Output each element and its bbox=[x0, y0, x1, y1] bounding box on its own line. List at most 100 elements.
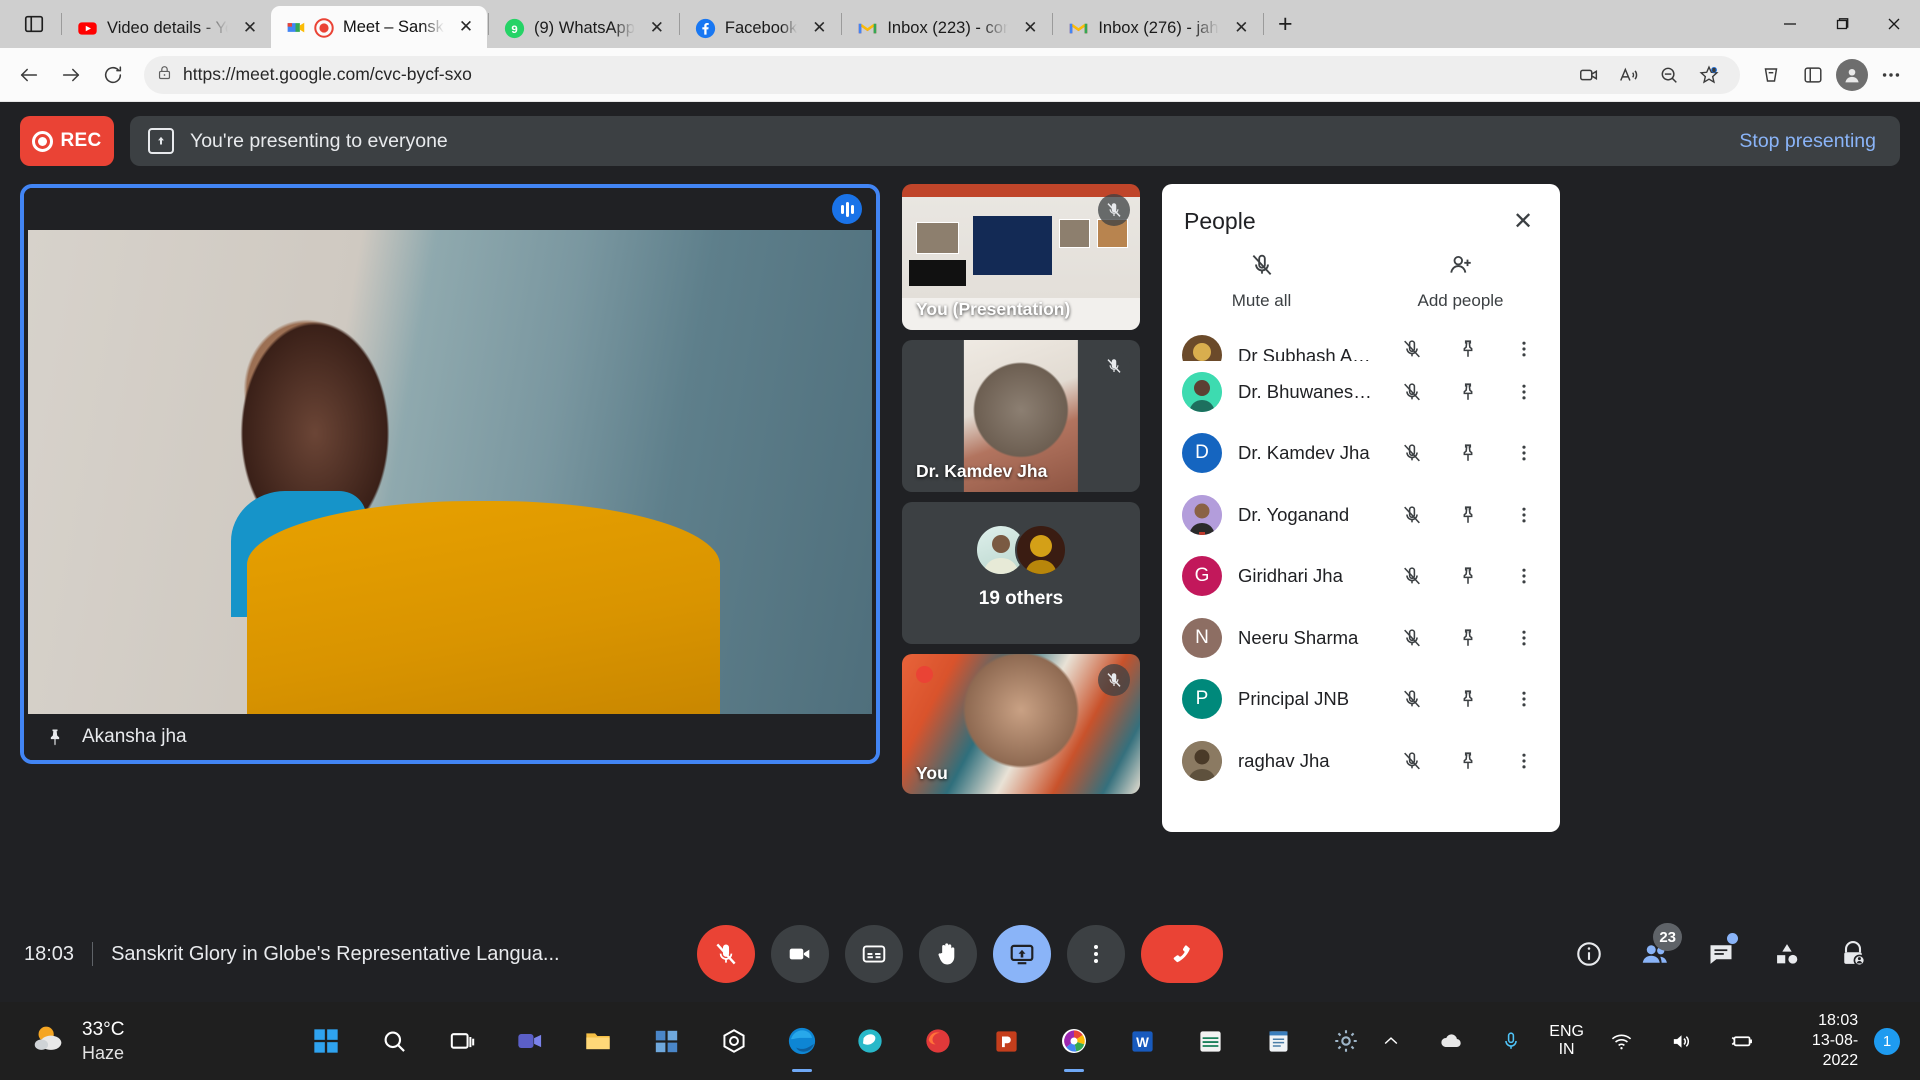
chat-button[interactable] bbox=[1698, 931, 1744, 977]
participant-row[interactable]: N Neeru Sharma bbox=[1168, 607, 1554, 669]
file-explorer-icon[interactable] bbox=[575, 1018, 621, 1064]
app-hexagon-icon[interactable] bbox=[711, 1018, 757, 1064]
pin-icon[interactable] bbox=[42, 724, 68, 750]
tab-actions-button[interactable] bbox=[8, 0, 60, 48]
pin-icon[interactable] bbox=[1448, 556, 1488, 596]
search-icon[interactable] bbox=[371, 1018, 417, 1064]
address-bar[interactable]: https://meet.google.com/cvc-bycf-sxo 5 bbox=[144, 55, 1740, 94]
notes-icon[interactable] bbox=[1255, 1018, 1301, 1064]
volume-icon[interactable] bbox=[1660, 1018, 1704, 1064]
forward-button[interactable] bbox=[52, 56, 90, 94]
reload-button[interactable] bbox=[94, 56, 132, 94]
participant-row[interactable]: Dr. Bhuwaneshwa... bbox=[1168, 361, 1554, 423]
pin-icon[interactable] bbox=[1448, 495, 1488, 535]
close-icon[interactable]: ✕ bbox=[1228, 15, 1254, 41]
raise-hand-button[interactable] bbox=[919, 925, 977, 983]
close-icon[interactable]: ✕ bbox=[1017, 15, 1043, 41]
zoom-out-icon[interactable] bbox=[1650, 56, 1688, 94]
captions-button[interactable] bbox=[845, 925, 903, 983]
battery-charging-icon[interactable] bbox=[1720, 1018, 1764, 1064]
participant-row[interactable]: P Principal JNB bbox=[1168, 669, 1554, 731]
mic-off-icon[interactable] bbox=[1392, 741, 1432, 781]
participants-list[interactable]: Dr Subhash Achar... bbox=[1162, 321, 1560, 832]
mic-off-icon[interactable] bbox=[1392, 372, 1432, 412]
leave-call-button[interactable] bbox=[1141, 925, 1223, 983]
participant-row[interactable]: D Dr. Kamdev Jha bbox=[1168, 423, 1554, 485]
language-indicator[interactable]: ENG IN bbox=[1549, 1023, 1584, 1060]
meeting-details-button[interactable] bbox=[1566, 931, 1612, 977]
more-vertical-icon[interactable] bbox=[1504, 495, 1544, 535]
close-icon[interactable]: ✕ bbox=[453, 14, 479, 40]
cloud-icon[interactable] bbox=[1429, 1018, 1473, 1064]
participant-row[interactable]: G Giridhari Jha bbox=[1168, 546, 1554, 608]
clock[interactable]: 18:03 13-08-2022 bbox=[1780, 1011, 1858, 1071]
participant-row[interactable]: raghav Jha bbox=[1168, 730, 1554, 792]
mic-off-icon[interactable] bbox=[1392, 679, 1432, 719]
close-window-button[interactable] bbox=[1868, 0, 1920, 48]
mic-off-icon[interactable] bbox=[1392, 618, 1432, 658]
tab-whatsapp[interactable]: 9 (9) WhatsApp ✕ bbox=[490, 8, 678, 48]
more-vertical-icon[interactable] bbox=[1504, 329, 1544, 361]
task-view-icon[interactable] bbox=[439, 1018, 485, 1064]
start-icon[interactable] bbox=[303, 1018, 349, 1064]
close-icon[interactable]: ✕ bbox=[237, 15, 263, 41]
weather-widget[interactable]: 33°C Haze bbox=[12, 1018, 303, 1064]
stop-presenting-button[interactable]: Stop presenting bbox=[1739, 130, 1876, 153]
browser-essentials-icon[interactable] bbox=[1794, 56, 1832, 94]
more-vertical-icon[interactable] bbox=[1504, 741, 1544, 781]
tile-you-presentation[interactable]: You (Presentation) bbox=[902, 184, 1140, 330]
favorite-star-icon[interactable]: 5 bbox=[1690, 56, 1728, 94]
more-vertical-icon[interactable] bbox=[1504, 433, 1544, 473]
wifi-icon[interactable] bbox=[1600, 1018, 1644, 1064]
mic-off-icon[interactable] bbox=[1392, 329, 1432, 361]
pin-icon[interactable] bbox=[1448, 433, 1488, 473]
activities-button[interactable] bbox=[1764, 931, 1810, 977]
mic-off-icon[interactable] bbox=[1392, 495, 1432, 535]
participant-row[interactable]: Dr Subhash Achar... bbox=[1168, 321, 1554, 361]
main-stage[interactable]: Akansha jha bbox=[20, 184, 880, 764]
camera-off-button[interactable] bbox=[771, 925, 829, 983]
tab-inbox-276[interactable]: Inbox (276) - jahnav ✕ bbox=[1054, 8, 1262, 48]
video-capture-icon[interactable] bbox=[1570, 56, 1608, 94]
read-aloud-icon[interactable] bbox=[1610, 56, 1648, 94]
tab-meet-sanskrit[interactable]: Meet – Sanskri ✕ bbox=[271, 6, 487, 48]
pin-icon[interactable] bbox=[1448, 329, 1488, 361]
show-everyone-button[interactable]: 23 bbox=[1632, 923, 1682, 977]
settings-icon[interactable] bbox=[1323, 1018, 1369, 1064]
browser-globe-icon[interactable] bbox=[847, 1018, 893, 1064]
more-vertical-icon[interactable] bbox=[1504, 556, 1544, 596]
add-people-button[interactable]: Add people bbox=[1361, 252, 1560, 311]
chevron-up-icon[interactable] bbox=[1369, 1018, 1413, 1064]
more-vertical-icon[interactable] bbox=[1504, 618, 1544, 658]
microphone-icon[interactable] bbox=[1489, 1018, 1533, 1064]
microsoft-store-icon[interactable] bbox=[643, 1018, 689, 1064]
mic-off-icon[interactable] bbox=[1392, 556, 1432, 596]
tile-19-others[interactable]: 19 others bbox=[902, 502, 1140, 644]
more-options-button[interactable] bbox=[1067, 925, 1125, 983]
close-icon[interactable]: ✕ bbox=[1506, 204, 1540, 238]
tile-you[interactable]: You bbox=[902, 654, 1140, 794]
tab-inbox-223[interactable]: Inbox (223) - contac ✕ bbox=[843, 8, 1051, 48]
recording-badge[interactable]: REC bbox=[20, 116, 114, 166]
close-icon[interactable]: ✕ bbox=[644, 15, 670, 41]
powerpoint-icon[interactable] bbox=[983, 1018, 1029, 1064]
word-icon[interactable]: W bbox=[1119, 1018, 1165, 1064]
settings-more-icon[interactable] bbox=[1872, 56, 1910, 94]
back-button[interactable] bbox=[10, 56, 48, 94]
mute-all-button[interactable]: Mute all bbox=[1162, 252, 1361, 311]
close-icon[interactable]: ✕ bbox=[806, 15, 832, 41]
pin-icon[interactable] bbox=[1448, 618, 1488, 658]
notification-badge[interactable]: 1 bbox=[1874, 1027, 1900, 1055]
photos-icon[interactable] bbox=[1051, 1018, 1097, 1064]
more-vertical-icon[interactable] bbox=[1504, 679, 1544, 719]
mic-off-button[interactable] bbox=[697, 925, 755, 983]
profile-avatar-icon[interactable] bbox=[1836, 58, 1868, 91]
participant-row[interactable]: Dr. Yoganand bbox=[1168, 484, 1554, 546]
collections-icon[interactable] bbox=[1752, 56, 1790, 94]
minimize-button[interactable] bbox=[1764, 0, 1816, 48]
pin-icon[interactable] bbox=[1448, 372, 1488, 412]
tile-dr-kamdev-jha[interactable]: Dr. Kamdev Jha bbox=[902, 340, 1140, 492]
teams-icon[interactable] bbox=[507, 1018, 553, 1064]
pin-icon[interactable] bbox=[1448, 679, 1488, 719]
excel-icon[interactable] bbox=[1187, 1018, 1233, 1064]
